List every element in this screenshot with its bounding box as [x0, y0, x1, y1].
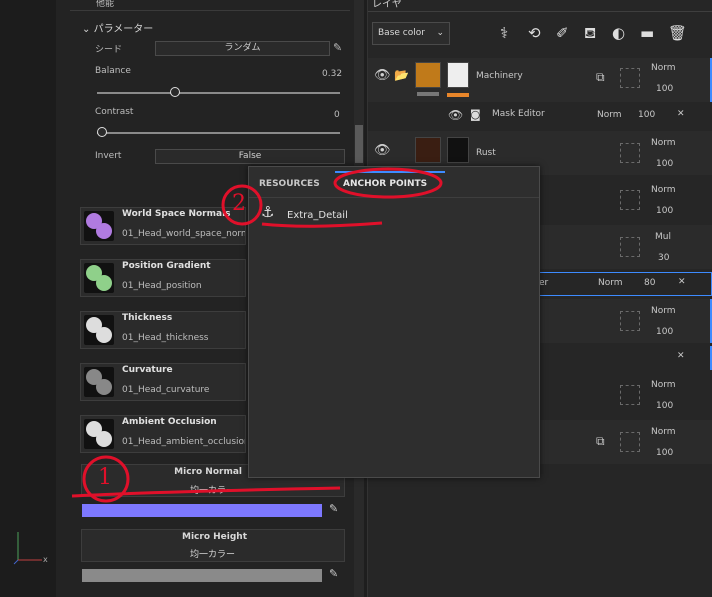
annotation-number-two: 2	[232, 191, 246, 216]
annotation-number-one: 1	[98, 465, 112, 490]
annotation-overlay	[71, 167, 443, 503]
